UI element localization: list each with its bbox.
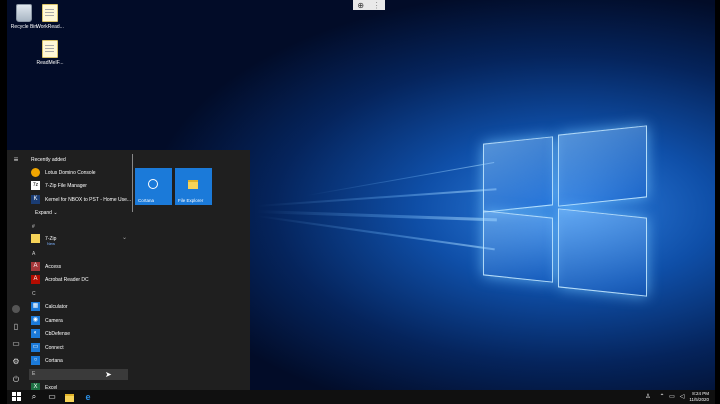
chevron-up-icon[interactable]: ⌃	[657, 392, 667, 402]
list-item[interactable]: 7-Zip New ⌄	[31, 233, 127, 246]
volume-icon[interactable]: ◁	[677, 392, 687, 402]
list-item[interactable]: A Access	[31, 261, 127, 272]
start-rail: ≡ ▯ ▭ ⚙ ⏻	[7, 150, 25, 390]
hover-highlight: E ➤	[29, 369, 128, 380]
document-icon[interactable]: ▯	[12, 323, 20, 331]
network-icon[interactable]: ▭	[667, 392, 677, 402]
settings-gear-icon[interactable]: ⚙	[12, 358, 20, 366]
search-icon[interactable]: ⌕	[29, 392, 39, 402]
hamburger-menu-icon[interactable]: ≡	[12, 156, 20, 164]
chevron-down-icon: ⌄	[53, 210, 58, 216]
cbdefense-icon: ◐	[31, 329, 40, 338]
expand-button[interactable]: Expand ⌄	[35, 210, 58, 216]
camera-icon: ◉	[31, 316, 40, 325]
list-item[interactable]: ○ Cortana	[31, 355, 127, 366]
recently-added-heading: Recently added	[31, 157, 66, 163]
calculator-icon: ▦	[31, 302, 40, 311]
app-list[interactable]: Recently added Lotus Domino Console 7z 7…	[29, 150, 131, 392]
list-item[interactable]: K Kernel for NBOX to PST - Home Use...	[31, 194, 131, 205]
tile-cortana[interactable]: Cortana	[135, 168, 172, 205]
list-item[interactable]: A Acrobat Reader DC	[31, 274, 127, 285]
kernel-k-icon: K	[31, 195, 40, 204]
chevron-down-icon[interactable]: ⌄	[122, 234, 127, 241]
power-icon[interactable]: ⏻	[12, 376, 20, 384]
group-letter[interactable]: C	[32, 291, 36, 297]
logo-pane	[558, 208, 647, 297]
taskbar[interactable]: ⌕ ▭ e ♙ ⌃ ▭ ◁ 8:24 PM 11/5/2020	[7, 390, 715, 404]
pictures-icon[interactable]: ▭	[12, 340, 20, 348]
access-icon: A	[31, 262, 40, 271]
document-icon	[42, 40, 58, 58]
acrobat-icon: A	[31, 275, 40, 284]
folder-icon	[188, 180, 198, 189]
recycle-bin-icon	[16, 4, 32, 22]
edge-icon[interactable]: e	[83, 392, 93, 402]
start-menu[interactable]: ≡ ▯ ▭ ⚙ ⏻ Recently added Lotus Domino Co…	[7, 150, 250, 392]
mouse-cursor-icon: ➤	[105, 370, 112, 379]
group-letter[interactable]: A	[32, 251, 35, 257]
desktop-icon-file[interactable]: WorkRead...	[33, 4, 67, 30]
list-item[interactable]: ◐ CbDefense	[31, 328, 127, 339]
folder-icon	[31, 234, 40, 243]
logo-pane	[483, 210, 553, 283]
logo-pane	[483, 136, 553, 213]
user-avatar-icon[interactable]	[12, 305, 20, 313]
light-beam	[256, 215, 495, 251]
group-letter[interactable]: #	[32, 224, 35, 230]
scrollbar[interactable]	[132, 154, 133, 212]
connect-icon: ▭	[31, 343, 40, 352]
light-beam	[256, 188, 497, 207]
zoom-toolbar[interactable]: ⊕ ⋮	[353, 0, 385, 10]
list-item[interactable]: ▭ Connect	[31, 342, 127, 353]
list-item[interactable]: ▦ Calculator	[31, 301, 127, 312]
logo-pane	[558, 125, 647, 207]
magnifier-plus-icon[interactable]: ⊕	[357, 1, 364, 10]
windows-start-icon[interactable]	[11, 392, 21, 402]
list-item[interactable]: Lotus Domino Console	[31, 167, 127, 178]
cortana-icon: ○	[31, 356, 40, 365]
list-item[interactable]: ◉ Camera	[31, 315, 127, 326]
desktop-icon-file[interactable]: ReadMeIF...	[33, 40, 67, 66]
clock[interactable]: 8:24 PM 11/5/2020	[689, 391, 709, 403]
people-icon[interactable]: ♙	[643, 392, 653, 402]
task-view-icon[interactable]: ▭	[47, 392, 57, 402]
cortana-icon	[148, 179, 158, 189]
tile-file-explorer[interactable]: File Explorer	[175, 168, 212, 205]
document-icon	[42, 4, 58, 22]
file-explorer-icon[interactable]	[65, 392, 75, 402]
list-item[interactable]: 7z 7-Zip File Manager	[31, 180, 127, 191]
7zip-icon: 7z	[31, 181, 40, 190]
separator-icon: ⋮	[372, 0, 381, 10]
lotus-domino-icon	[31, 168, 40, 177]
